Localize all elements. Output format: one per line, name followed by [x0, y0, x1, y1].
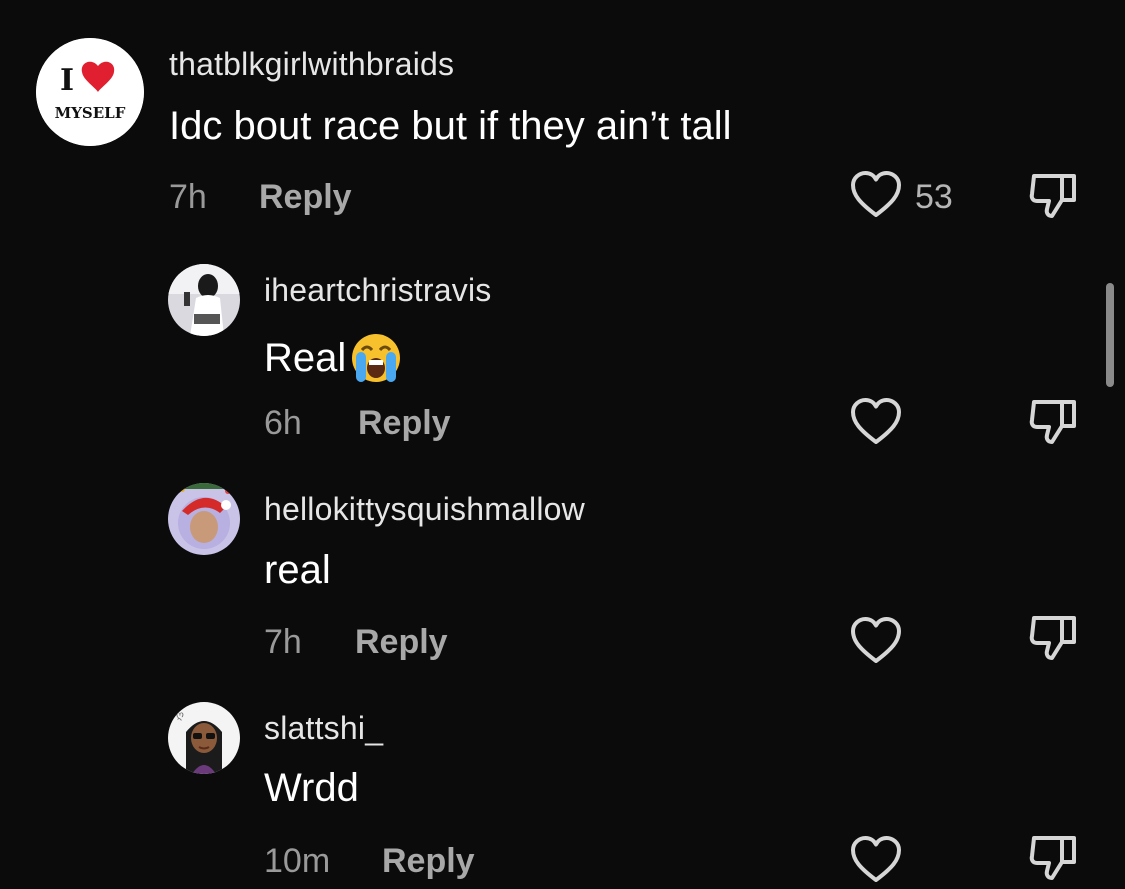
comment-time: 7h: [169, 178, 207, 216]
comment-text: Real: [264, 330, 404, 386]
like-count: 53: [915, 178, 953, 216]
comment-username[interactable]: iheartchristravis: [264, 272, 491, 309]
svg-text:MYSELF: MYSELF: [55, 104, 126, 122]
comment-text: real: [264, 548, 331, 592]
comment-username[interactable]: thatblkgirlwithbraids: [169, 46, 454, 83]
reply-button[interactable]: Reply: [382, 842, 475, 881]
comment-username[interactable]: hellokittysquishmallow: [264, 491, 585, 528]
scrollbar[interactable]: [1106, 283, 1114, 387]
reply-button[interactable]: Reply: [358, 404, 451, 443]
avatar[interactable]: [168, 264, 240, 336]
heart-outline-icon[interactable]: [850, 171, 902, 219]
comment-text: Wrdd: [264, 766, 359, 810]
avatar[interactable]: ღ: [168, 702, 240, 774]
reply-button[interactable]: Reply: [355, 623, 448, 662]
comment-text: Idc bout race but if they ain’t tall: [169, 104, 732, 148]
avatar[interactable]: [168, 483, 240, 555]
heart-outline-icon[interactable]: [850, 617, 902, 665]
comment-time: 10m: [264, 842, 331, 880]
heart-outline-icon[interactable]: [850, 398, 902, 446]
comment-text-value: Real: [264, 335, 347, 380]
thumbs-down-outline-icon[interactable]: [1028, 170, 1080, 222]
reply-button[interactable]: Reply: [259, 178, 352, 217]
svg-text:ღ: ღ: [176, 710, 184, 721]
avatar[interactable]: I MYSELF: [36, 38, 144, 146]
thumbs-down-outline-icon[interactable]: [1028, 832, 1080, 884]
profile-photo-image: [168, 264, 240, 336]
thumbs-down-outline-icon[interactable]: [1028, 612, 1080, 664]
heart-outline-icon[interactable]: [850, 836, 902, 884]
thumbs-down-outline-icon[interactable]: [1028, 396, 1080, 448]
i-heart-myself-avatar-image: I MYSELF: [36, 38, 144, 146]
svg-text:I: I: [60, 63, 74, 98]
cartoon-avatar-image: ღ: [168, 702, 240, 774]
comment-time: 6h: [264, 404, 302, 442]
comment-time: 7h: [264, 623, 302, 661]
comment-username[interactable]: slattshi_: [264, 710, 383, 747]
profile-photo-image: [168, 483, 240, 555]
loudly-crying-face-icon: [348, 330, 404, 386]
